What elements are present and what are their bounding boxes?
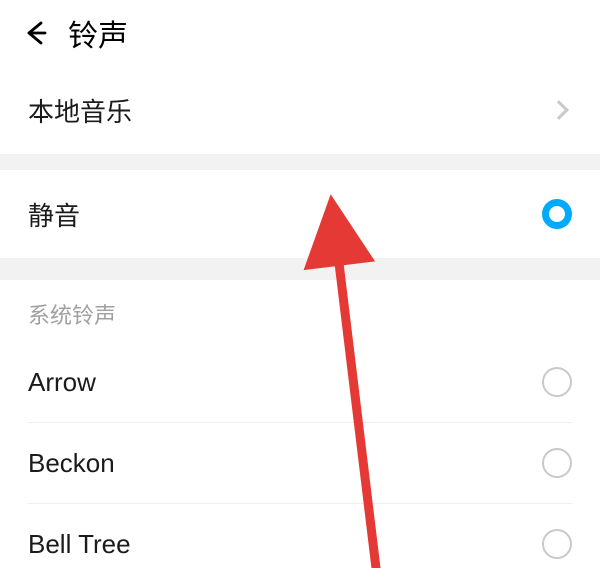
silent-label: 静音	[28, 196, 80, 233]
chevron-right-icon	[549, 100, 569, 120]
radio-selected-icon	[542, 199, 572, 229]
silent-row[interactable]: 静音	[0, 170, 600, 258]
system-ringtones-header: 系统铃声	[0, 280, 600, 342]
page-title: 铃声	[68, 11, 128, 55]
radio-unselected-icon	[542, 529, 572, 559]
radio-unselected-icon	[542, 448, 572, 478]
ringtone-item[interactable]: Bell Tree	[0, 504, 600, 584]
back-arrow-icon	[21, 19, 49, 47]
back-button[interactable]	[20, 18, 50, 48]
ringtone-label: Beckon	[28, 448, 115, 479]
silent-section: 静音	[0, 170, 600, 258]
divider-gap	[0, 258, 600, 280]
divider-gap	[0, 154, 600, 170]
radio-unselected-icon	[542, 367, 572, 397]
ringtone-item[interactable]: Beckon	[0, 423, 600, 503]
page-header: 铃声	[0, 0, 600, 66]
ringtone-label: Bell Tree	[28, 529, 131, 560]
local-music-row[interactable]: 本地音乐	[0, 66, 600, 154]
ringtone-label: Arrow	[28, 367, 96, 398]
ringtone-item[interactable]: Arrow	[0, 342, 600, 422]
system-ringtones-section: 系统铃声 Arrow Beckon Bell Tree	[0, 280, 600, 584]
local-music-label: 本地音乐	[28, 92, 132, 129]
local-music-section: 本地音乐	[0, 66, 600, 154]
